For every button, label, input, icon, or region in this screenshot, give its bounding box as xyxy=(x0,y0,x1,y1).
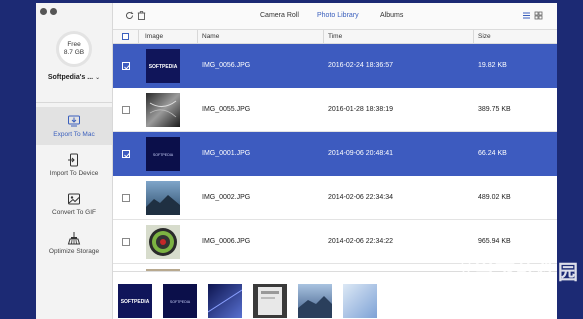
photo-table: SOFTPEDIA IMG_0056.JPG 2016-02-24 18:36:… xyxy=(113,44,557,271)
tab-albums[interactable]: Albums xyxy=(380,12,403,19)
sidebar-item-label: Optimize Storage xyxy=(48,248,100,255)
column-divider xyxy=(473,30,474,43)
row-checkbox[interactable] xyxy=(122,106,130,114)
sidebar-item-label: Export To Mac xyxy=(53,131,95,138)
sidebar-item-label: Convert To GIF xyxy=(52,209,96,216)
strip-thumbnail[interactable] xyxy=(208,284,242,318)
cell-name: IMG_0002.JPG xyxy=(202,194,251,201)
column-header-size[interactable]: Size xyxy=(478,33,491,40)
sidebar-divider xyxy=(36,102,112,103)
tab-camera-roll[interactable]: Camera Roll xyxy=(260,12,299,19)
watermark-text: 当下软件园 xyxy=(474,262,579,284)
list-view-icon[interactable] xyxy=(522,11,531,20)
select-all-checkbox[interactable] xyxy=(122,33,129,40)
minimize-window-button[interactable] xyxy=(50,8,57,15)
table-header: Image Name Time Size xyxy=(113,30,557,44)
cell-name: IMG_0055.JPG xyxy=(202,106,251,113)
table-row[interactable]: IMG_0055.JPG 2016-01-28 18:38:19 389.75 … xyxy=(113,88,557,132)
strip-thumbnail[interactable]: SOFTPEDIA xyxy=(163,284,197,318)
watermark-url: www.downxia.com xyxy=(455,288,538,299)
watermark-logo-icon xyxy=(461,256,471,278)
cell-time: 2014-02-06 22:34:22 xyxy=(328,238,393,245)
table-row[interactable]: IMG_0002.JPG 2014-02-06 22:34:34 489.02 … xyxy=(113,176,557,220)
row-checkbox[interactable] xyxy=(122,62,130,70)
cell-size: 66.24 KB xyxy=(478,150,507,157)
sidebar-item-optimize-storage[interactable]: Optimize Storage xyxy=(36,224,112,262)
strip-thumbnail-text: SOFTPEDIA xyxy=(170,300,191,304)
convert-to-gif-icon xyxy=(68,193,80,205)
storage-free-value: 8.7 GB xyxy=(63,49,85,56)
cell-size: 965.94 KB xyxy=(478,238,511,245)
cell-size: 389.75 KB xyxy=(478,106,511,113)
column-header-time[interactable]: Time xyxy=(328,33,342,40)
column-header-image[interactable]: Image xyxy=(145,33,163,40)
row-checkbox[interactable] xyxy=(122,238,130,246)
cell-time: 2016-01-28 18:38:19 xyxy=(328,106,393,113)
row-checkbox[interactable] xyxy=(122,150,130,158)
cell-size: 489.02 KB xyxy=(478,194,511,201)
strip-thumbnail[interactable]: SOFTPEDIA xyxy=(118,284,152,318)
cell-name: IMG_0001.JPG xyxy=(202,150,251,157)
device-name: Softpedia's ... xyxy=(47,74,94,81)
storage-indicator: Free 8.7 GB xyxy=(56,31,92,67)
sidebar-item-label: Import To Device xyxy=(49,170,99,177)
export-to-mac-icon xyxy=(68,115,80,127)
strip-thumbnail-text: SOFTPEDIA xyxy=(121,299,150,305)
column-divider xyxy=(138,30,139,43)
photo-thumbnail xyxy=(146,225,180,259)
photo-thumbnail xyxy=(146,93,180,127)
grid-view-icon[interactable] xyxy=(534,11,543,20)
row-checkbox[interactable] xyxy=(122,194,130,202)
view-tabs: Camera Roll Photo Library Albums xyxy=(113,3,557,29)
checkmark-icon xyxy=(124,64,130,70)
optimize-storage-icon xyxy=(67,232,81,245)
photo-thumbnail: SOFTPEDIA xyxy=(146,49,180,83)
toolbar: Camera Roll Photo Library Albums xyxy=(113,3,557,30)
column-divider xyxy=(197,30,198,43)
cell-size: 19.82 KB xyxy=(478,62,507,69)
chevron-down-icon: ⌄ xyxy=(95,75,101,81)
checkmark-icon xyxy=(124,152,130,158)
storage-free-label: Free xyxy=(67,41,81,48)
sidebar-item-export-to-mac[interactable]: Export To Mac xyxy=(36,107,112,145)
window-controls xyxy=(40,8,57,15)
strip-thumbnail[interactable] xyxy=(253,284,287,318)
strip-thumbnail[interactable] xyxy=(298,284,332,318)
cell-name: IMG_0056.JPG xyxy=(202,62,251,69)
column-divider xyxy=(323,30,324,43)
import-to-device-icon xyxy=(68,153,78,167)
cell-name: IMG_0006.JPG xyxy=(202,238,251,245)
thumbnail-text: SOFTPEDIA xyxy=(149,64,178,70)
photo-thumbnail: SOFTPEDIA xyxy=(146,137,180,171)
device-selector[interactable]: Softpedia's ... ⌄ xyxy=(36,74,112,81)
sidebar-item-convert-to-gif[interactable]: Convert To GIF xyxy=(36,185,112,223)
sidebar: Free 8.7 GB Softpedia's ... ⌄ Export To M… xyxy=(36,3,113,319)
thumbnail-text: SOFTPEDIA xyxy=(153,153,174,157)
sidebar-item-import-to-device[interactable]: Import To Device xyxy=(36,146,112,184)
cell-time: 2014-09-06 20:48:41 xyxy=(328,150,393,157)
cell-time: 2016-02-24 18:36:57 xyxy=(328,62,393,69)
table-row[interactable]: SOFTPEDIA IMG_0001.JPG 2014-09-06 20:48:… xyxy=(113,132,557,176)
cell-time: 2014-02-06 22:34:34 xyxy=(328,194,393,201)
table-row[interactable]: SOFTPEDIA IMG_0056.JPG 2016-02-24 18:36:… xyxy=(113,44,557,88)
close-window-button[interactable] xyxy=(40,8,47,15)
column-header-name[interactable]: Name xyxy=(202,33,219,40)
tab-photo-library[interactable]: Photo Library xyxy=(317,12,359,19)
photo-thumbnail xyxy=(146,181,180,215)
strip-thumbnail[interactable] xyxy=(343,284,377,318)
